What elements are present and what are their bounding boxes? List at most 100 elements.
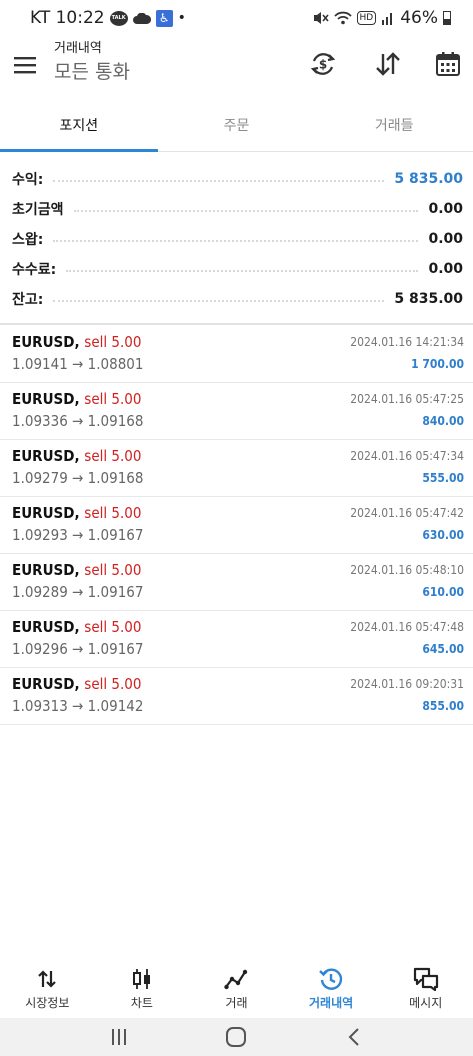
summary-value: 0.00 xyxy=(428,201,463,217)
nav-item-quotes[interactable]: 시장정보 xyxy=(0,966,95,1011)
battery-percent: 46% xyxy=(400,8,438,28)
deal-title: EURUSD, sell 5.00 xyxy=(12,675,141,693)
deal-prices: 1.09141 → 1.08801 xyxy=(12,355,144,373)
sort-icon xyxy=(374,51,402,81)
summary-value: 5 835.00 xyxy=(394,171,463,187)
summary-value: 5 835.00 xyxy=(394,291,463,307)
app-header: 거래내역 모든 통화 $ xyxy=(0,36,473,98)
deal-side: sell 5.00 xyxy=(84,675,142,693)
deal-row[interactable]: EURUSD, sell 5.00 1.09289 → 1.09167 2024… xyxy=(0,554,473,611)
nav-item-trade[interactable]: 거래 xyxy=(189,966,284,1011)
tab-bar: 포지션 주문 거래들 xyxy=(0,104,473,152)
tab-positions[interactable]: 포지션 xyxy=(0,104,158,152)
deal-prices: 1.09289 → 1.09167 xyxy=(12,583,144,601)
deal-side: sell 5.00 xyxy=(84,390,142,408)
bottom-nav: 시장정보 차트 거래 거래내역 메시지 xyxy=(0,966,473,1011)
deal-symbol: EURUSD, xyxy=(12,504,80,522)
deal-prices: 1.09296 → 1.09167 xyxy=(12,640,144,658)
deal-title: EURUSD, sell 5.00 xyxy=(12,504,141,522)
dotted-leader xyxy=(73,210,419,212)
currency-filter[interactable]: 모든 통화 xyxy=(54,58,130,86)
deal-profit: 855.00 xyxy=(422,699,464,713)
summary-label: 초기금액 xyxy=(12,202,64,218)
deal-row[interactable]: EURUSD, sell 5.00 1.09293 → 1.09167 2024… xyxy=(0,497,473,554)
kakaotalk-icon: TALK xyxy=(109,10,128,26)
nav-label: 거래내역 xyxy=(308,996,354,1010)
deal-prices: 1.09313 → 1.09142 xyxy=(12,697,144,715)
summary-value: 0.00 xyxy=(428,231,463,247)
status-right: HD 46% xyxy=(313,8,451,28)
deal-profit: 555.00 xyxy=(422,471,464,485)
deal-profit: 630.00 xyxy=(422,528,464,542)
nav-item-history[interactable]: 거래내역 xyxy=(284,966,379,1011)
quotes-arrows-icon xyxy=(36,966,58,992)
svg-text:$: $ xyxy=(319,58,327,72)
header-titles[interactable]: 거래내역 모든 통화 xyxy=(54,40,130,86)
recent-apps-icon[interactable] xyxy=(101,1024,137,1050)
deal-symbol: EURUSD, xyxy=(12,333,80,351)
summary-label: 수익: xyxy=(12,172,44,188)
dotted-leader xyxy=(53,180,385,182)
nav-label: 시장정보 xyxy=(25,996,70,1010)
deal-row[interactable]: EURUSD, sell 5.00 1.09313 → 1.09142 2024… xyxy=(0,668,473,725)
accessibility-icon: ♿ xyxy=(155,9,173,27)
deal-time: 2024.01.16 05:47:48 xyxy=(350,620,464,634)
sort-button[interactable] xyxy=(372,50,404,82)
candlestick-icon xyxy=(131,966,153,992)
tab-orders[interactable]: 주문 xyxy=(158,104,316,151)
deal-title: EURUSD, sell 5.00 xyxy=(12,333,141,351)
summary-row-commission: 수수료: 0.00 xyxy=(0,254,473,284)
signal-icon xyxy=(381,11,395,25)
system-nav-bar xyxy=(0,1018,473,1056)
home-icon[interactable] xyxy=(218,1024,254,1050)
deal-symbol: EURUSD, xyxy=(12,390,80,408)
dotted-leader xyxy=(66,270,419,272)
deal-row[interactable]: EURUSD, sell 5.00 1.09296 → 1.09167 2024… xyxy=(0,611,473,668)
deal-profit: 840.00 xyxy=(422,414,464,428)
currency-refresh-icon: $ xyxy=(309,50,337,82)
deal-time: 2024.01.16 09:20:31 xyxy=(350,677,464,691)
deal-prices: 1.09293 → 1.09167 xyxy=(12,526,144,544)
hd-icon: HD xyxy=(356,11,377,25)
nav-label: 차트 xyxy=(130,996,153,1010)
deal-row[interactable]: EURUSD, sell 5.00 1.09141 → 1.08801 2024… xyxy=(0,326,473,383)
calendar-icon xyxy=(434,50,462,82)
deal-profit: 610.00 xyxy=(422,585,464,599)
battery-icon xyxy=(443,11,451,25)
deal-symbol: EURUSD, xyxy=(12,618,80,636)
deal-profit: 1 700.00 xyxy=(411,357,464,371)
dot-icon: • xyxy=(177,10,186,26)
messages-icon xyxy=(413,966,439,992)
deal-row[interactable]: EURUSD, sell 5.00 1.09279 → 1.09168 2024… xyxy=(0,440,473,497)
mute-icon xyxy=(313,11,329,25)
summary-row-swap: 스왑: 0.00 xyxy=(0,224,473,254)
page-title: 거래내역 xyxy=(54,41,102,56)
summary-value: 0.00 xyxy=(428,261,463,277)
deal-title: EURUSD, sell 5.00 xyxy=(12,390,141,408)
status-bar: KT 10:22 TALK ♿ • HD 46% xyxy=(0,0,473,36)
deal-side: sell 5.00 xyxy=(84,333,142,351)
calendar-button[interactable] xyxy=(432,50,464,82)
nav-item-messages[interactable]: 메시지 xyxy=(378,966,473,1011)
deal-row[interactable]: EURUSD, sell 5.00 1.09336 → 1.09168 2024… xyxy=(0,383,473,440)
summary-row-profit: 수익: 5 835.00 xyxy=(0,164,473,194)
tab-deals[interactable]: 거래들 xyxy=(315,104,473,151)
deal-profit: 645.00 xyxy=(422,642,464,656)
summary-label: 수수료: xyxy=(12,262,57,278)
nav-item-chart[interactable]: 차트 xyxy=(95,966,190,1011)
currency-refresh-button[interactable]: $ xyxy=(307,50,339,82)
summary-row-balance: 잔고: 5 835.00 xyxy=(0,284,473,314)
deal-time: 2024.01.16 05:47:42 xyxy=(350,506,464,520)
menu-icon[interactable] xyxy=(14,56,38,74)
summary-row-deposit: 초기금액 0.00 xyxy=(0,194,473,224)
history-clock-icon xyxy=(318,966,344,992)
back-icon[interactable] xyxy=(336,1024,372,1050)
deal-prices: 1.09279 → 1.09168 xyxy=(12,469,144,487)
deal-side: sell 5.00 xyxy=(84,447,142,465)
dotted-leader xyxy=(53,300,385,302)
deal-side: sell 5.00 xyxy=(84,504,142,522)
summary-label: 잔고: xyxy=(12,292,44,308)
deal-time: 2024.01.16 05:47:25 xyxy=(350,392,464,406)
deal-symbol: EURUSD, xyxy=(12,675,80,693)
deal-time: 2024.01.16 14:21:34 xyxy=(350,335,464,349)
